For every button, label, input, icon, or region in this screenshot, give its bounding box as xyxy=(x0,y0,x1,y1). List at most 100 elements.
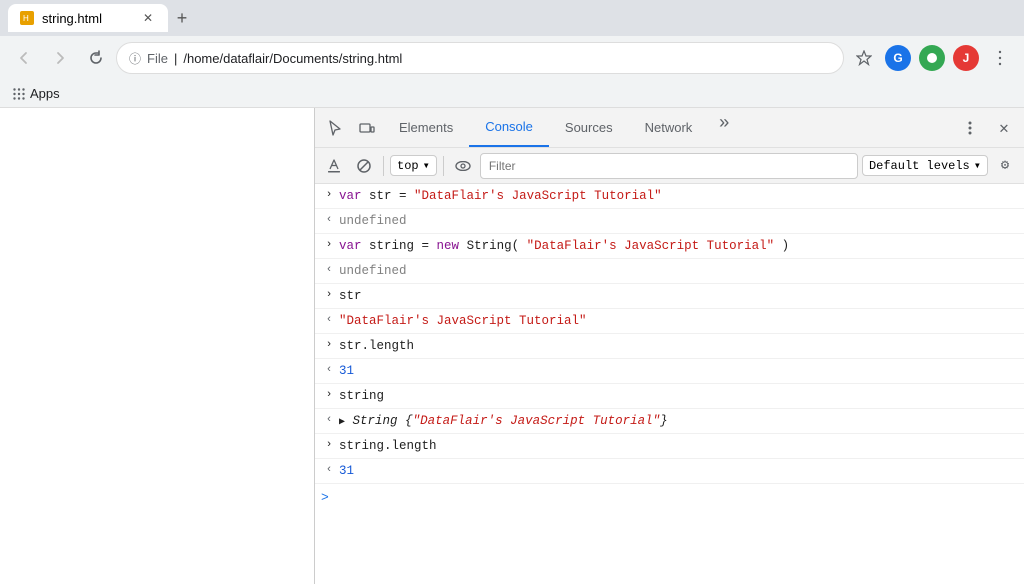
filter-input[interactable] xyxy=(480,153,858,179)
arrow-out-8: ‹ xyxy=(319,361,339,380)
new-tab-button[interactable]: + xyxy=(168,4,196,32)
tab-close-button[interactable]: ✕ xyxy=(140,10,156,26)
apps-icon xyxy=(12,87,26,101)
console-line-6: ‹ "DataFlair's JavaScript Tutorial" xyxy=(315,309,1024,334)
console-line-1: › var str = "DataFlair's JavaScript Tuto… xyxy=(315,184,1024,209)
arrow-out-12: ‹ xyxy=(319,461,339,480)
console-code-3: var string = new String( "DataFlair's Ja… xyxy=(339,236,1018,256)
vertical-dots-icon xyxy=(968,120,972,136)
code-text-3c: ) xyxy=(782,239,790,253)
log-levels-chevron-icon: ▾ xyxy=(974,158,981,173)
address-url: /home/dataflair/Documents/string.html xyxy=(183,51,402,66)
responsive-icon xyxy=(358,119,376,137)
block-requests-button[interactable] xyxy=(351,153,377,179)
eye-button[interactable] xyxy=(450,153,476,179)
console-line-5: › str xyxy=(315,284,1024,309)
nav-bar: ⓘ File | /home/dataflair/Documents/strin… xyxy=(0,36,1024,80)
clear-console-button[interactable] xyxy=(321,153,347,179)
console-output-12: 31 xyxy=(339,461,1018,481)
console-output-10: ▶ String {"DataFlair's JavaScript Tutori… xyxy=(339,411,1018,431)
prompt-arrow: > xyxy=(321,488,329,509)
forward-button[interactable] xyxy=(44,42,76,74)
toolbar-separator xyxy=(383,156,384,176)
tab-elements[interactable]: Elements xyxy=(383,108,469,147)
browser-tab[interactable]: H string.html ✕ xyxy=(8,4,168,32)
back-icon xyxy=(16,50,32,66)
string-literal-1: "DataFlair's JavaScript Tutorial" xyxy=(414,189,662,203)
keyword-new-3: new xyxy=(437,239,460,253)
tab-console[interactable]: Console xyxy=(469,108,549,147)
arrow-out-4: ‹ xyxy=(319,261,339,280)
devtools-close-button[interactable]: ✕ xyxy=(988,112,1020,144)
console-line-3: › var string = new String( "DataFlair's … xyxy=(315,234,1024,259)
console-output-8: 31 xyxy=(339,361,1018,381)
triangle-icon: ▶ xyxy=(339,417,345,428)
arrow-in-11: › xyxy=(319,436,339,455)
string-literal-3: "DataFlair's JavaScript Tutorial" xyxy=(527,239,775,253)
block-icon xyxy=(356,158,372,174)
devtools-header-right: ✕ xyxy=(954,112,1020,144)
profile-circle-button[interactable]: G xyxy=(882,42,914,74)
arrow-in-7: › xyxy=(319,336,339,355)
bookmarks-bar: Apps xyxy=(0,80,1024,108)
code-text-3: string = xyxy=(369,239,437,253)
reload-button[interactable] xyxy=(80,42,112,74)
arrow-in-3: › xyxy=(319,236,339,255)
console-line-2: ‹ undefined xyxy=(315,209,1024,234)
tab-title: string.html xyxy=(42,11,102,26)
code-text-1: str = xyxy=(369,189,414,203)
inspect-element-button[interactable] xyxy=(319,112,351,144)
console-code-5: str xyxy=(339,286,1018,306)
clear-icon xyxy=(326,158,342,174)
keyword-var-3: var xyxy=(339,239,362,253)
context-value: top xyxy=(397,159,419,173)
console-output: › var str = "DataFlair's JavaScript Tuto… xyxy=(315,184,1024,584)
devtools-menu-button[interactable] xyxy=(954,112,986,144)
page-panel xyxy=(0,108,314,584)
device-toggle-button[interactable] xyxy=(351,112,383,144)
address-bar[interactable]: ⓘ File | /home/dataflair/Documents/strin… xyxy=(116,42,844,74)
devtools-panel: Elements Console Sources Network » ✕ xyxy=(314,108,1024,584)
file-label: File xyxy=(147,51,168,66)
arrow-in-5: › xyxy=(319,286,339,305)
console-code-9: string xyxy=(339,386,1018,406)
toolbar-separator-2 xyxy=(443,156,444,176)
code-text-3b: String( xyxy=(467,239,520,253)
obj-text-10: String {"DataFlair's JavaScript Tutorial… xyxy=(353,414,668,428)
tab-sources[interactable]: Sources xyxy=(549,108,629,147)
more-tabs-button[interactable]: » xyxy=(708,108,740,140)
toolbar-right: G J xyxy=(848,42,1016,74)
eye-icon xyxy=(455,161,471,171)
console-prompt-line: > xyxy=(315,484,1024,513)
address-separator: | xyxy=(174,51,177,66)
log-levels-label: Default levels xyxy=(869,159,970,173)
reload-icon xyxy=(88,50,104,66)
chrome-menu-button[interactable] xyxy=(984,42,1016,74)
console-line-12: ‹ 31 xyxy=(315,459,1024,484)
console-input[interactable] xyxy=(333,491,1018,505)
profile-dot-button[interactable] xyxy=(916,42,948,74)
console-line-11: › string.length xyxy=(315,434,1024,459)
console-line-7: › str.length xyxy=(315,334,1024,359)
cursor-icon xyxy=(326,119,344,137)
content-area: Elements Console Sources Network » ✕ xyxy=(0,108,1024,584)
context-select[interactable]: top ▾ xyxy=(390,155,437,176)
three-dots-icon xyxy=(992,50,1008,66)
settings-button[interactable]: ⚙ xyxy=(992,153,1018,179)
console-line-9: › string xyxy=(315,384,1024,409)
arrow-out-6: ‹ xyxy=(319,311,339,330)
svg-text:H: H xyxy=(23,14,29,23)
arrow-out-2: ‹ xyxy=(319,211,339,230)
devtools-header: Elements Console Sources Network » ✕ xyxy=(315,108,1024,148)
console-output-6: "DataFlair's JavaScript Tutorial" xyxy=(339,311,1018,331)
log-levels-select[interactable]: Default levels ▾ xyxy=(862,155,988,176)
back-button[interactable] xyxy=(8,42,40,74)
tab-network[interactable]: Network xyxy=(629,108,709,147)
console-line-4: ‹ undefined xyxy=(315,259,1024,284)
profile-avatar-button[interactable]: J xyxy=(950,42,982,74)
arrow-out-10: ‹ xyxy=(319,411,339,430)
context-chevron-icon: ▾ xyxy=(423,158,430,173)
apps-bookmark[interactable]: Apps xyxy=(30,86,60,101)
arrow-in-9: › xyxy=(319,386,339,405)
bookmark-star-button[interactable] xyxy=(848,42,880,74)
